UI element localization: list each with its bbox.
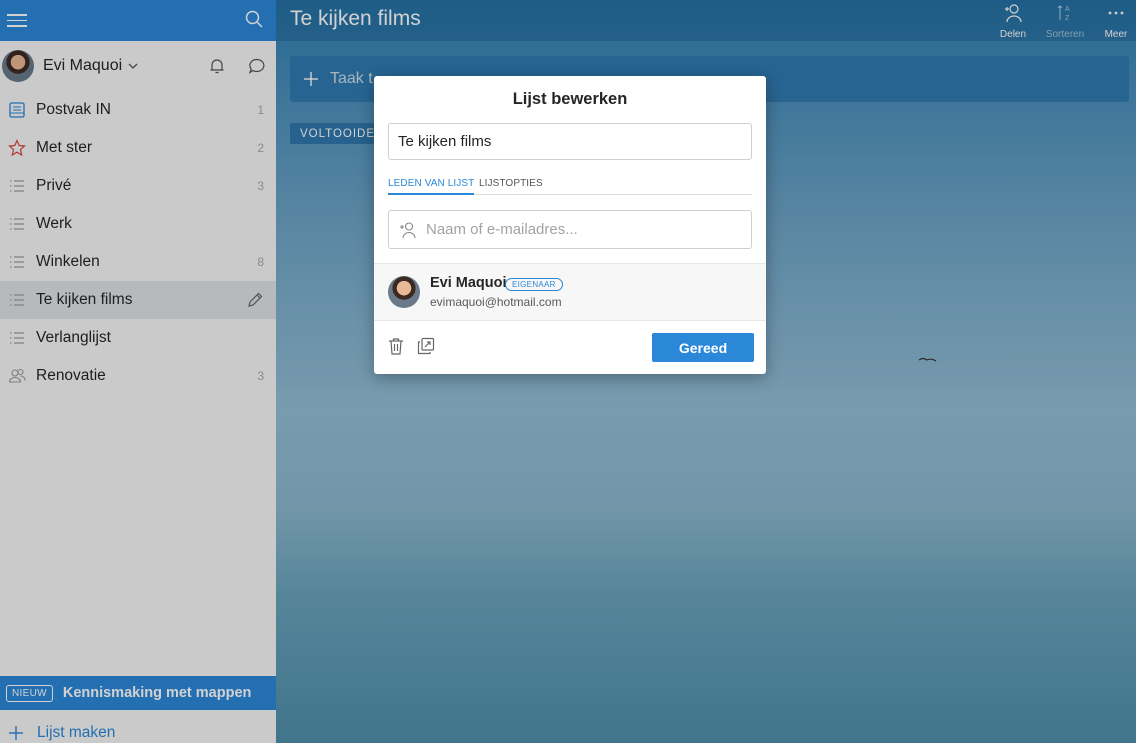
- tab-list-members[interactable]: LEDEN VAN LIJST: [388, 178, 475, 195]
- member-placeholder: Naam of e-mailadres...: [426, 221, 578, 238]
- member-email: evimaquoi@hotmail.com: [430, 295, 562, 309]
- done-button[interactable]: Gereed: [652, 333, 754, 362]
- owner-badge: EIGENAAR: [505, 278, 563, 291]
- list-name-input[interactable]: [388, 123, 752, 160]
- edit-list-dialog: Lijst bewerken LEDEN VAN LIJST LIJSTOPTI…: [374, 76, 766, 374]
- member-name: Evi Maquoi: [430, 275, 507, 291]
- dialog-tabs: LEDEN VAN LIJST LIJSTOPTIES: [388, 178, 752, 195]
- tab-list-options[interactable]: LIJSTOPTIES: [479, 178, 543, 195]
- add-person-icon: [400, 221, 416, 238]
- member-row: Evi Maquoi EIGENAAR evimaquoi@hotmail.co…: [374, 263, 766, 321]
- duplicate-list-icon[interactable]: [417, 337, 435, 355]
- add-member-input[interactable]: Naam of e-mailadres...: [388, 210, 752, 249]
- dialog-title: Lijst bewerken: [512, 90, 628, 108]
- member-avatar: [388, 276, 420, 308]
- trash-icon[interactable]: [388, 337, 404, 355]
